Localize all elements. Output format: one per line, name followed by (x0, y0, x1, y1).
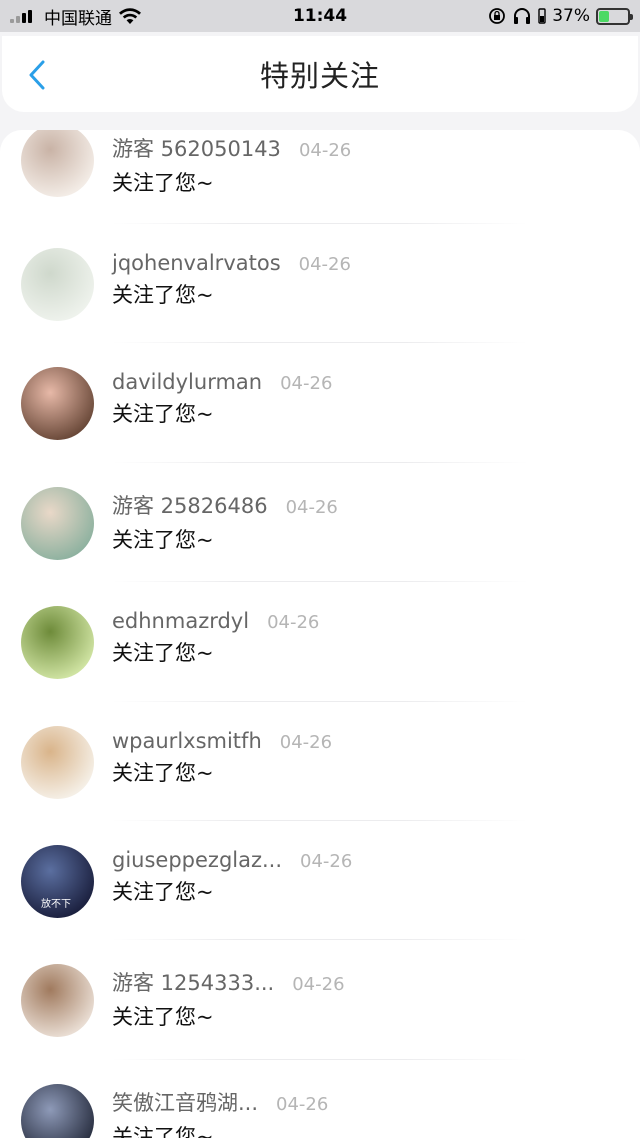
battery-percent: 37% (552, 6, 590, 26)
list-item[interactable]: 放不下 giuseppezglaz... 04-26 关注了您~ (0, 821, 640, 941)
chevron-left-icon (29, 60, 45, 90)
item-message: 关注了您~ (112, 527, 214, 552)
item-text: jqohenvalrvatos 04-26 关注了您~ (112, 251, 351, 309)
item-message: 关注了您~ (112, 1124, 214, 1138)
list-item[interactable]: davildylurman 04-26 关注了您~ (0, 343, 640, 463)
user-name[interactable]: davildylurman (112, 370, 262, 394)
user-name[interactable]: 游客 562050143 (112, 133, 281, 163)
item-message: 关注了您~ (112, 760, 214, 785)
name-row: 游客 25826486 04-26 (112, 490, 338, 520)
item-date: 04-26 (285, 496, 338, 518)
item-date: 04-26 (267, 612, 320, 634)
item-text: 游客 1254333... 04-26 关注了您~ (112, 967, 345, 1031)
name-row: 笑傲江音鸦湖... 04-26 (112, 1087, 328, 1117)
item-message: 关注了您~ (112, 171, 214, 195)
user-name[interactable]: jqohenvalrvatos (112, 251, 281, 275)
name-row: jqohenvalrvatos 04-26 (112, 251, 351, 275)
avatar[interactable] (21, 725, 94, 799)
name-row: wpaurlxsmitfh 04-26 (112, 729, 332, 753)
user-name[interactable]: wpaurlxsmitfh (112, 729, 262, 753)
list-item[interactable]: 游客 562050143 04-26 关注了您~ (0, 130, 640, 224)
user-name[interactable]: 游客 25826486 (112, 490, 268, 520)
avatar[interactable] (21, 248, 94, 321)
item-text: davildylurman 04-26 关注了您~ (112, 370, 332, 428)
wifi-icon (119, 8, 141, 24)
user-name[interactable]: edhnmazrdyl (112, 609, 249, 633)
avatar[interactable] (21, 964, 94, 1038)
list-item[interactable]: 游客 1254333... 04-26 关注了您~ (0, 940, 640, 1060)
status-right: 37% (488, 6, 633, 26)
battery-icon (596, 7, 633, 25)
item-date: 04-26 (276, 1093, 329, 1115)
carrier-label: 中国联通 (44, 8, 112, 29)
avatar[interactable] (21, 1083, 94, 1138)
rotation-lock-icon (489, 8, 506, 24)
item-message: 关注了您~ (112, 402, 214, 427)
status-left: 中国联通 (10, 4, 142, 29)
page-title: 特别关注 (259, 59, 380, 93)
list-item[interactable]: edhnmazrdyl 04-26 关注了您~ (0, 582, 640, 702)
item-text: 游客 25826486 04-26 关注了您~ (112, 490, 338, 554)
item-text: giuseppezglaz... 04-26 关注了您~ (112, 848, 352, 906)
item-message: 关注了您~ (112, 1005, 214, 1030)
headphones-icon (514, 8, 531, 24)
nav-header: 特别关注 (2, 36, 638, 112)
item-message: 关注了您~ (112, 283, 214, 307)
list-item[interactable]: wpaurlxsmitfh 04-26 关注了您~ (0, 702, 640, 821)
avatar[interactable] (21, 130, 94, 197)
list-item[interactable]: 游客 25826486 04-26 关注了您~ (0, 463, 640, 583)
avatar[interactable] (21, 606, 94, 680)
signal-icon (10, 9, 38, 23)
avatar-caption: 放不下 (41, 898, 71, 910)
battery-small-icon (538, 8, 546, 24)
list-item[interactable]: jqohenvalrvatos 04-26 关注了您~ (0, 224, 640, 344)
name-row: 游客 1254333... 04-26 (112, 967, 345, 997)
item-date: 04-26 (300, 850, 353, 872)
avatar[interactable]: 放不下 (21, 844, 94, 918)
status-bar: 中国联通 11:44 37% (0, 0, 640, 32)
list-item[interactable]: 笑傲江音鸦湖... 04-26 关注了您~ (0, 1060, 640, 1138)
avatar[interactable] (21, 486, 94, 560)
item-date: 04-26 (279, 731, 333, 753)
battery-fill (599, 10, 610, 22)
item-text: edhnmazrdyl 04-26 关注了您~ (112, 609, 319, 667)
avatar[interactable] (21, 367, 94, 441)
item-date: 04-26 (298, 140, 352, 161)
item-date: 04-26 (292, 974, 345, 996)
item-date: 04-26 (298, 254, 351, 275)
item-message: 关注了您~ (112, 641, 214, 666)
item-message: 关注了您~ (112, 879, 214, 904)
name-row: giuseppezglaz... 04-26 (112, 848, 352, 872)
item-text: 笑傲江音鸦湖... 04-26 关注了您~ (112, 1087, 328, 1138)
back-button[interactable] (22, 58, 52, 92)
user-name[interactable]: giuseppezglaz... (112, 848, 282, 872)
user-name[interactable]: 笑傲江音鸦湖... (112, 1087, 258, 1117)
name-row: 游客 562050143 04-26 (112, 133, 351, 163)
name-row: davildylurman 04-26 (112, 370, 332, 394)
name-row: edhnmazrdyl 04-26 (112, 609, 319, 633)
item-date: 04-26 (280, 373, 333, 395)
follow-list: 游客 562050143 04-26 关注了您~ jqohenvalrvatos 04-… (0, 130, 640, 1138)
item-text: 游客 562050143 04-26 关注了您~ (112, 133, 351, 197)
user-name[interactable]: 游客 1254333... (112, 967, 274, 997)
item-text: wpaurlxsmitfh 04-26 关注了您~ (112, 729, 332, 787)
